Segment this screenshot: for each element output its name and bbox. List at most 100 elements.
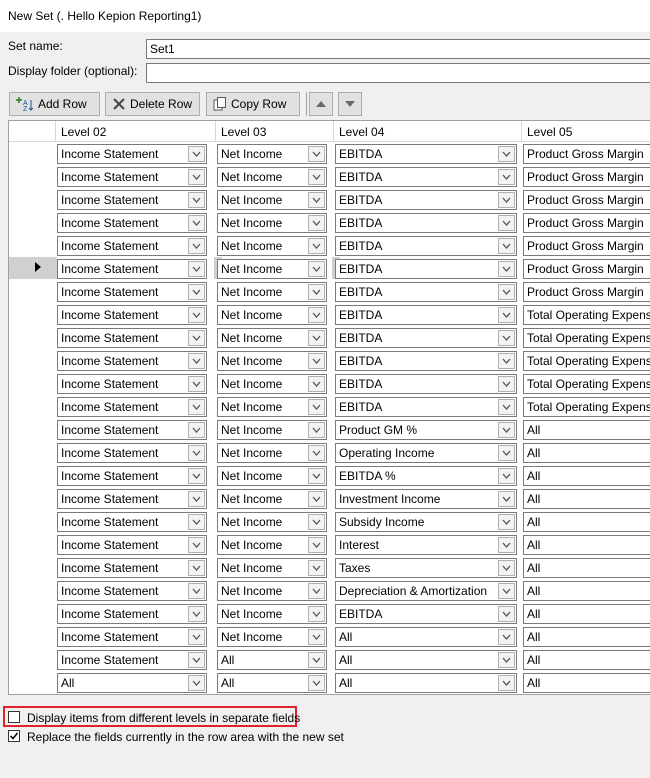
chevron-down-icon[interactable] — [188, 422, 205, 438]
grid-row[interactable]: Income Statement Net Income EBITDA Total Op… — [9, 349, 650, 372]
level-03-dropdown[interactable]: Net Income — [217, 144, 327, 164]
level-02-dropdown[interactable]: Income Statement — [57, 213, 207, 233]
chevron-down-icon[interactable] — [308, 284, 325, 300]
chevron-down-icon[interactable] — [498, 606, 515, 622]
chevron-down-icon[interactable] — [188, 652, 205, 668]
level-04-dropdown[interactable]: All — [335, 673, 517, 693]
chevron-down-icon[interactable] — [498, 445, 515, 461]
chevron-down-icon[interactable] — [308, 606, 325, 622]
level-04-dropdown[interactable]: Subsidy Income — [335, 512, 517, 532]
chevron-down-icon[interactable] — [498, 560, 515, 576]
level-05-dropdown[interactable]: All — [523, 604, 650, 624]
level-03-dropdown[interactable]: Net Income — [217, 420, 327, 440]
grid-row[interactable]: Income Statement Net Income EBITDA Total Op… — [9, 395, 650, 418]
chevron-down-icon[interactable] — [498, 675, 515, 691]
level-03-dropdown[interactable]: Net Income — [217, 282, 327, 302]
chevron-down-icon[interactable] — [308, 146, 325, 162]
chevron-down-icon[interactable] — [308, 583, 325, 599]
grid-row[interactable]: Income Statement All All All — [9, 648, 650, 671]
level-02-dropdown[interactable]: Income Statement — [57, 581, 207, 601]
chevron-down-icon[interactable] — [308, 629, 325, 645]
level-03-dropdown[interactable]: Net Income — [217, 213, 327, 233]
level-03-dropdown[interactable]: Net Income — [217, 259, 327, 279]
level-05-dropdown[interactable]: Product Gross Margin — [523, 190, 650, 210]
chevron-down-icon[interactable] — [308, 169, 325, 185]
chevron-down-icon[interactable] — [188, 192, 205, 208]
level-04-dropdown[interactable]: EBITDA — [335, 144, 517, 164]
chevron-down-icon[interactable] — [498, 422, 515, 438]
level-04-dropdown[interactable]: EBITDA % — [335, 466, 517, 486]
level-02-dropdown[interactable]: Income Statement — [57, 282, 207, 302]
display-folder-input[interactable] — [146, 63, 650, 83]
level-04-dropdown[interactable]: EBITDA — [335, 190, 517, 210]
chevron-down-icon[interactable] — [188, 491, 205, 507]
level-02-dropdown[interactable]: Income Statement — [57, 236, 207, 256]
column-header-level-05[interactable]: Level 05 — [527, 125, 572, 139]
chevron-down-icon[interactable] — [308, 215, 325, 231]
grid-row[interactable]: Income Statement Net Income EBITDA Product … — [9, 165, 650, 188]
chevron-down-icon[interactable] — [188, 169, 205, 185]
level-05-dropdown[interactable]: All — [523, 443, 650, 463]
chevron-down-icon[interactable] — [308, 353, 325, 369]
add-row-button[interactable]: A Z Add Row — [9, 92, 100, 116]
chevron-down-icon[interactable] — [498, 146, 515, 162]
level-02-dropdown[interactable]: Income Statement — [57, 650, 207, 670]
chevron-down-icon[interactable] — [308, 514, 325, 530]
grid-row[interactable]: Income Statement Net Income Taxes All — [9, 556, 650, 579]
chevron-down-icon[interactable] — [188, 560, 205, 576]
chevron-down-icon[interactable] — [498, 376, 515, 392]
level-02-dropdown[interactable]: Income Statement — [57, 512, 207, 532]
chevron-down-icon[interactable] — [498, 514, 515, 530]
separate-fields-checkbox[interactable] — [8, 711, 20, 723]
chevron-down-icon[interactable] — [498, 238, 515, 254]
level-04-dropdown[interactable]: Product GM % — [335, 420, 517, 440]
grid-row[interactable]: Income Statement Net Income All All — [9, 625, 650, 648]
move-up-button[interactable] — [309, 92, 333, 116]
level-02-dropdown[interactable]: Income Statement — [57, 167, 207, 187]
grid-row[interactable]: Income Statement Net Income Operating Inco… — [9, 441, 650, 464]
chevron-down-icon[interactable] — [308, 560, 325, 576]
chevron-down-icon[interactable] — [188, 261, 205, 277]
set-name-input[interactable]: Set1 — [146, 39, 650, 59]
chevron-down-icon[interactable] — [498, 652, 515, 668]
chevron-down-icon[interactable] — [188, 215, 205, 231]
level-02-dropdown[interactable]: Income Statement — [57, 604, 207, 624]
replace-fields-checkbox[interactable] — [8, 730, 20, 742]
level-04-dropdown[interactable]: EBITDA — [335, 351, 517, 371]
level-05-dropdown[interactable]: All — [523, 673, 650, 693]
level-02-dropdown[interactable]: Income Statement — [57, 558, 207, 578]
level-05-dropdown[interactable]: Total Operating Expense — [523, 397, 650, 417]
chevron-down-icon[interactable] — [188, 629, 205, 645]
grid-row[interactable]: Income Statement Net Income Product GM % Al… — [9, 418, 650, 441]
level-04-dropdown[interactable]: EBITDA — [335, 213, 517, 233]
level-03-dropdown[interactable]: Net Income — [217, 604, 327, 624]
level-03-dropdown[interactable]: Net Income — [217, 305, 327, 325]
chevron-down-icon[interactable] — [498, 307, 515, 323]
level-02-dropdown[interactable]: Income Statement — [57, 443, 207, 463]
level-04-dropdown[interactable]: Taxes — [335, 558, 517, 578]
level-04-dropdown[interactable]: EBITDA — [335, 282, 517, 302]
level-05-dropdown[interactable]: Total Operating Expense — [523, 305, 650, 325]
chevron-down-icon[interactable] — [498, 192, 515, 208]
level-04-dropdown[interactable]: EBITDA — [335, 259, 517, 279]
level-05-dropdown[interactable]: Total Operating Expense — [523, 351, 650, 371]
level-04-dropdown[interactable]: All — [335, 650, 517, 670]
chevron-down-icon[interactable] — [188, 146, 205, 162]
level-03-dropdown[interactable]: Net Income — [217, 512, 327, 532]
level-02-dropdown[interactable]: Income Statement — [57, 420, 207, 440]
level-03-dropdown[interactable]: Net Income — [217, 236, 327, 256]
level-02-dropdown[interactable]: Income Statement — [57, 535, 207, 555]
level-05-dropdown[interactable]: Product Gross Margin — [523, 213, 650, 233]
level-03-dropdown[interactable]: Net Income — [217, 351, 327, 371]
level-03-dropdown[interactable]: All — [217, 650, 327, 670]
level-05-dropdown[interactable]: All — [523, 466, 650, 486]
grid-row[interactable]: Income Statement Net Income EBITDA Product … — [9, 257, 650, 280]
grid-row[interactable]: Income Statement Net Income EBITDA Product … — [9, 142, 650, 165]
level-03-dropdown[interactable]: Net Income — [217, 489, 327, 509]
chevron-down-icon[interactable] — [308, 330, 325, 346]
grid-row[interactable]: Income Statement Net Income Depreciation &… — [9, 579, 650, 602]
level-02-dropdown[interactable]: Income Statement — [57, 144, 207, 164]
level-02-dropdown[interactable]: Income Statement — [57, 305, 207, 325]
level-05-dropdown[interactable]: All — [523, 512, 650, 532]
chevron-down-icon[interactable] — [308, 376, 325, 392]
